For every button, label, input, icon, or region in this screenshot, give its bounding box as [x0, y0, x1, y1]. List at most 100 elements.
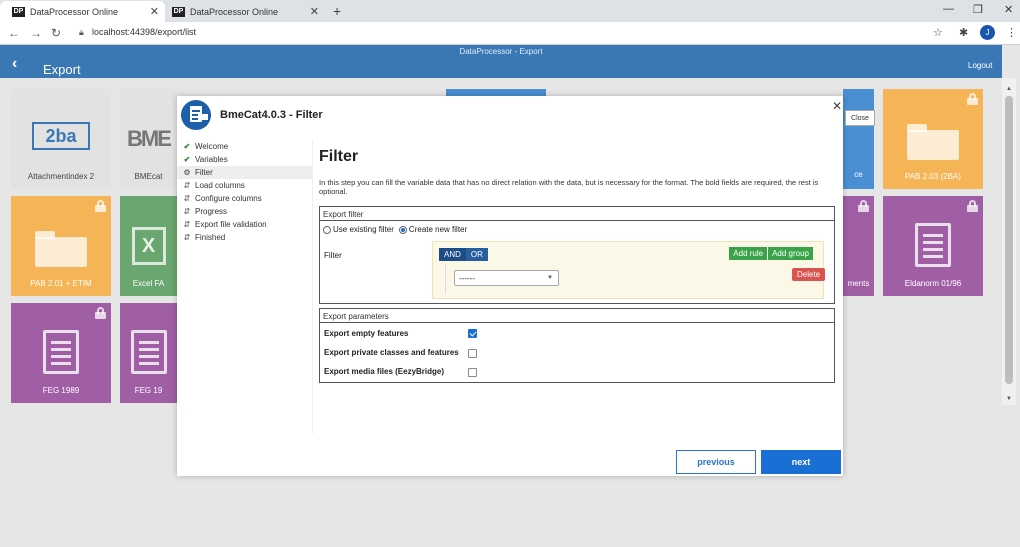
url-field[interactable]: localhost:44398/export/list	[92, 27, 196, 37]
step-label: Progress	[195, 207, 228, 216]
radio-label: Use existing filter	[333, 225, 394, 234]
query-actions: Add rule Add group	[729, 247, 813, 260]
create-new-filter-radio[interactable]	[398, 225, 407, 234]
menu-icon[interactable]: ⋮	[1006, 26, 1017, 39]
document-icon	[130, 330, 167, 374]
pending-icon: ⇵	[183, 220, 191, 229]
dialog-title: BmeCat4.0.3 - Filter	[220, 109, 323, 121]
step-label: Finished	[195, 233, 226, 242]
pending-icon: ⇵	[183, 233, 191, 242]
browser-tab-1[interactable]: DP DataProcessor Online ✕	[0, 1, 165, 22]
tile-partial-purple[interactable]: ments	[843, 196, 874, 296]
delete-rule-button[interactable]: Delete	[792, 268, 826, 281]
browser-tab-2[interactable]: DP DataProcessor Online ✕	[160, 1, 325, 22]
folder-icon	[907, 124, 959, 160]
select-value: ------	[459, 273, 475, 283]
tile-label: ce	[854, 170, 863, 179]
tile-excel[interactable]: X Excel FA	[120, 196, 177, 296]
forward-icon[interactable]: →	[30, 26, 42, 40]
step-welcome[interactable]: ✔ Welcome	[177, 140, 312, 153]
filter-mode-options: Use existing filter Create new filter	[323, 225, 467, 234]
scroll-up-icon[interactable]: ▲	[1006, 86, 1012, 92]
next-button[interactable]: next	[761, 450, 841, 474]
wizard-steps: ✔ Welcome ✔ Variables ⚙ Filter ⇵ Load column…	[177, 140, 313, 434]
filter-label: Filter	[324, 251, 342, 260]
check-icon: ✔	[183, 142, 191, 151]
window-close-icon[interactable]: ✕	[1004, 3, 1013, 16]
tab-close-icon[interactable]: ✕	[150, 5, 159, 18]
2ba-logo: 2ba	[32, 122, 90, 150]
dialog-close-icon[interactable]: ✕	[832, 99, 842, 113]
export-empty-features-checkbox[interactable]	[468, 329, 477, 338]
param-label: Export empty features	[324, 329, 409, 338]
and-button[interactable]: AND	[439, 248, 466, 261]
document-icon	[915, 223, 951, 267]
query-builder: AND OR Add rule Add group ------ ▼ Delet…	[432, 241, 826, 299]
step-description: In this step you can fill the variable d…	[319, 178, 819, 196]
check-icon: ✔	[183, 155, 191, 164]
tile-feg-1989[interactable]: FEG 1989	[11, 303, 111, 403]
tile-feg-19[interactable]: FEG 19	[120, 303, 177, 403]
minimize-icon[interactable]: —	[943, 3, 954, 15]
or-button[interactable]: OR	[465, 248, 488, 261]
step-export-file-validation[interactable]: ⇵ Export file validation	[177, 218, 312, 231]
profile-avatar[interactable]: J	[980, 25, 995, 40]
tile-eldanorm[interactable]: Eldanorm 01/96	[883, 196, 983, 296]
step-label: Configure columns	[195, 194, 262, 203]
maximize-icon[interactable]: ❐	[973, 3, 983, 16]
dataprocessor-logo-icon	[181, 100, 211, 130]
address-bar: ← → ↻ 🔒︎ localhost:44398/export/list ☆ ✱…	[0, 22, 1020, 45]
tile-label: Attachmentindex 2	[27, 172, 95, 181]
app-favicon-icon: DP	[172, 6, 185, 17]
page-scrollbar[interactable]: ▲	[1002, 78, 1016, 405]
tile-bmecat[interactable]: BME BMEcat	[120, 89, 177, 189]
tab-close-icon[interactable]: ✕	[310, 5, 319, 18]
step-load-columns[interactable]: ⇵ Load columns	[177, 179, 312, 192]
param-label: Export media files (EezyBridge)	[324, 367, 445, 376]
lock-icon	[858, 200, 869, 212]
back-icon[interactable]: ←	[8, 26, 20, 40]
step-progress[interactable]: ⇵ Progress	[177, 205, 312, 218]
add-group-button[interactable]: Add group	[768, 247, 813, 260]
add-rule-button[interactable]: Add rule	[729, 247, 768, 260]
lock-icon	[967, 200, 978, 212]
tile-label: PAB 2.03 (2BA)	[905, 172, 961, 181]
logout-link[interactable]: Logout	[968, 61, 992, 70]
tile-label: FEG 1989	[42, 386, 80, 395]
tile-attachmentindex[interactable]: 2ba Attachmentindex 2	[11, 89, 111, 189]
folder-icon	[35, 231, 87, 267]
scroll-down-icon[interactable]: ▼	[1006, 396, 1012, 402]
export-filter-panel: Export filter Use existing filter Create…	[319, 206, 835, 304]
tile-label: Excel FA	[132, 279, 165, 288]
field-select[interactable]: ------ ▼	[454, 270, 559, 286]
scroll-thumb[interactable]	[1005, 96, 1013, 384]
bmecat-logo: BME	[127, 126, 172, 151]
use-existing-filter-radio[interactable]	[323, 225, 331, 234]
step-content: Filter In this step you can fill the var…	[319, 148, 835, 196]
app-favicon-icon: DP	[12, 6, 25, 17]
step-configure-columns[interactable]: ⇵ Configure columns	[177, 192, 312, 205]
chevron-down-icon: ▼	[547, 275, 553, 281]
step-label: Variables	[195, 155, 228, 164]
excel-icon: X	[131, 227, 166, 265]
lock-icon: 🔒︎	[79, 27, 84, 37]
export-private-classes-checkbox[interactable]	[468, 349, 477, 358]
pending-icon: ⇵	[183, 194, 191, 203]
tile-partial-blue[interactable]: ce	[843, 89, 874, 189]
pending-icon: ⇵	[183, 181, 191, 190]
tile-pab-201-etim[interactable]: PAB 2.01 + ETIM	[11, 196, 111, 296]
extensions-icon[interactable]: ✱	[959, 26, 968, 39]
step-finished[interactable]: ⇵ Finished	[177, 231, 312, 244]
tab-title: DataProcessor Online	[30, 6, 119, 17]
tile-pab-203[interactable]: PAB 2.03 (2BA)	[883, 89, 983, 189]
reload-icon[interactable]: ↻	[51, 26, 61, 40]
star-icon[interactable]: ☆	[933, 26, 943, 39]
new-tab-button[interactable]: +	[333, 3, 341, 19]
export-media-files-checkbox[interactable]	[468, 368, 477, 377]
step-variables[interactable]: ✔ Variables	[177, 153, 312, 166]
tile-label: ments	[847, 279, 870, 288]
pending-icon: ⇵	[183, 207, 191, 216]
back-arrow-icon[interactable]: ‹	[12, 55, 17, 73]
step-filter[interactable]: ⚙ Filter	[177, 166, 312, 179]
previous-button[interactable]: previous	[676, 450, 756, 474]
